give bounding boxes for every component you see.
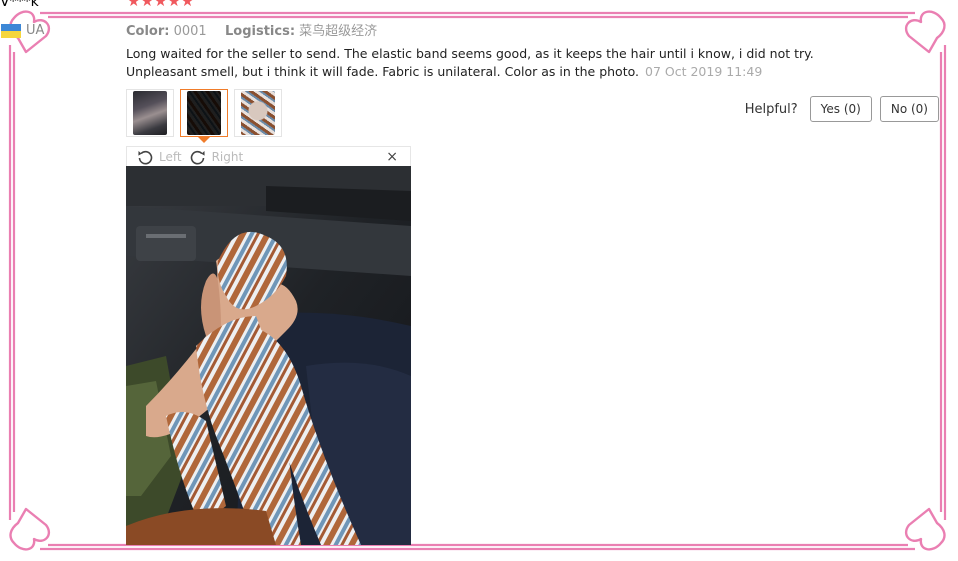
thumbnail-image [241, 91, 275, 135]
selected-indicator-arrow [198, 137, 210, 143]
rotate-right-button[interactable]: Right [190, 149, 244, 165]
review-text-line-1: Long waited for the seller to send. The … [126, 46, 814, 61]
rotate-right-icon [190, 150, 205, 164]
reviewer-name: V***k [0, 0, 39, 10]
close-icon[interactable]: × [386, 149, 398, 165]
color-label: Color: [126, 24, 170, 39]
review-photo-large [126, 166, 411, 545]
color-value: 0001 [173, 24, 207, 39]
ua-flag-icon [1, 23, 21, 38]
logistics-value: 菜鸟超级经济 [299, 24, 378, 39]
reviewer-country: UA [1, 23, 44, 38]
review-photo-thumb-2[interactable] [180, 89, 228, 143]
rotate-left-icon [138, 150, 153, 164]
review-photo-thumb-1[interactable] [126, 89, 174, 137]
review-date: 07 Oct 2019 11:49 [645, 64, 763, 79]
review-body: Long waited for the seller to send. The … [126, 45, 826, 81]
thumbnail-image [133, 91, 167, 135]
helpful-yes-button[interactable]: Yes (0) [809, 96, 872, 122]
rotate-left-label: Left [159, 149, 182, 164]
thumbnail-image [187, 91, 221, 135]
helpful-vote-group: Helpful? Yes (0) No (0) [745, 96, 939, 122]
review-photo-thumb-3[interactable] [234, 89, 282, 137]
helpful-label: Helpful? [744, 101, 798, 117]
review-text-line-2: Unpleasant smell, but i think it will fa… [126, 64, 640, 79]
helpful-no-button[interactable]: No (0) [879, 96, 939, 122]
rotate-right-label: Right [211, 149, 244, 164]
logistics-label: Logistics: [224, 24, 296, 39]
rotate-left-button[interactable]: Left [137, 149, 182, 165]
photo-viewer: Left Right × [126, 146, 411, 545]
review-meta: Color: 0001 Logistics: 菜鸟超级经济 [126, 20, 377, 39]
photo-viewer-toolbar: Left Right × [126, 146, 411, 166]
country-code: UA [26, 23, 45, 38]
star-rating: ★★★★★ [127, 0, 195, 10]
review-photo-thumbnails [126, 89, 282, 143]
